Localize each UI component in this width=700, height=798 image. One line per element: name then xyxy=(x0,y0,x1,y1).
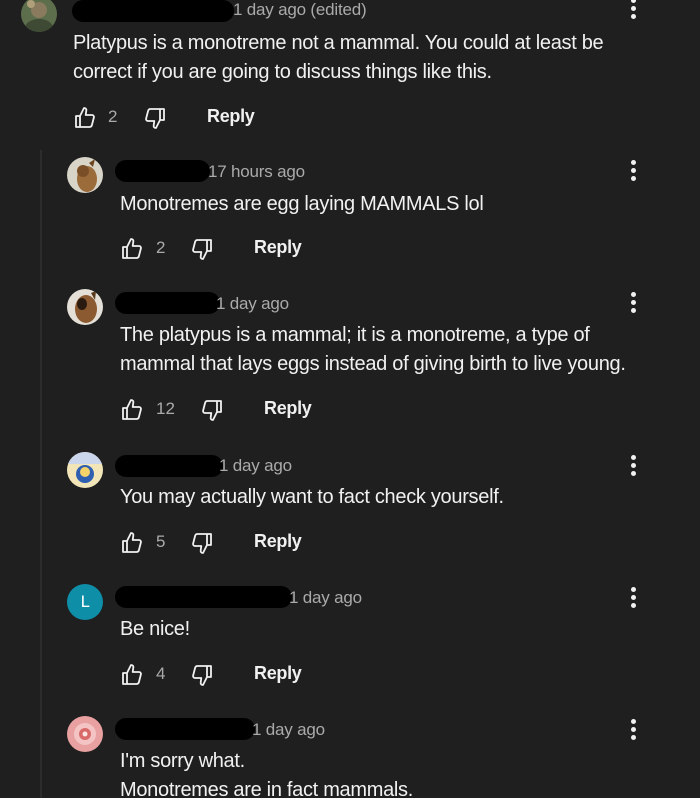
avatar[interactable] xyxy=(67,716,103,752)
timestamp[interactable]: 1 day ago xyxy=(289,588,362,608)
avatar-image-icon xyxy=(67,289,103,325)
avatar-image-icon xyxy=(67,452,103,488)
timestamp[interactable]: 1 day ago (edited) xyxy=(233,0,367,20)
redacted-username xyxy=(115,718,255,740)
thumbs-up-icon[interactable] xyxy=(120,398,144,422)
comment-text: Platypus is a monotreme not a mammal. Yo… xyxy=(73,32,604,83)
comment-text: I'm sorry what. Monotremes are in fact m… xyxy=(120,750,414,798)
avatar-letter[interactable]: L xyxy=(67,584,103,620)
like-count: 2 xyxy=(156,238,166,257)
reply-button[interactable]: Reply xyxy=(207,106,255,127)
thumbs-up-icon[interactable] xyxy=(120,663,144,687)
avatar-image-icon xyxy=(67,716,103,752)
redacted-username xyxy=(115,160,210,182)
comment-actions: 12 Reply xyxy=(120,398,420,422)
avatar[interactable] xyxy=(67,452,103,488)
comment-menu-icon[interactable] xyxy=(628,717,638,745)
avatar[interactable] xyxy=(21,0,57,32)
reply-comment: 1 day ago I'm sorry what. Monotremes are… xyxy=(0,711,700,798)
like-count: 5 xyxy=(156,532,166,551)
thumbs-down-icon[interactable] xyxy=(190,237,214,261)
comment-text: Monotremes are egg laying MAMMALS lol xyxy=(120,193,484,215)
thumbs-up-icon[interactable] xyxy=(120,531,144,555)
comment-actions: 4 Reply xyxy=(120,663,420,687)
reply-button[interactable]: Reply xyxy=(254,663,302,684)
avatar-image-icon xyxy=(21,0,57,32)
comment-menu-icon[interactable] xyxy=(628,585,638,613)
comment-menu-icon[interactable] xyxy=(628,158,638,186)
reply-comment: 17 hours ago Monotremes are egg laying M… xyxy=(0,150,700,282)
avatar[interactable] xyxy=(67,289,103,325)
timestamp[interactable]: 1 day ago xyxy=(219,456,292,476)
comment-top-level: 1 day ago (edited) Platypus is a monotre… xyxy=(0,0,700,150)
thumbs-down-icon[interactable] xyxy=(143,106,167,130)
thumbs-down-icon[interactable] xyxy=(190,663,214,687)
timestamp[interactable]: 17 hours ago xyxy=(208,162,305,182)
reply-comment: L 1 day ago Be nice! 4 Reply xyxy=(0,579,700,711)
comment-actions: 5 Reply xyxy=(120,531,420,555)
like-count: 2 xyxy=(108,107,118,126)
comment-menu-icon[interactable] xyxy=(628,453,638,481)
reply-comment: 1 day ago You may actually want to fact … xyxy=(0,447,700,579)
thumbs-up-icon[interactable] xyxy=(73,106,97,130)
reply-button[interactable]: Reply xyxy=(264,398,312,419)
comment-actions: 2 Reply xyxy=(120,237,420,261)
comment-text: The platypus is a mammal; it is a monotr… xyxy=(120,324,626,375)
comment-text: Be nice! xyxy=(120,618,190,640)
comment-menu-icon[interactable] xyxy=(628,0,638,24)
comment-actions: 2 Reply xyxy=(73,106,373,130)
redacted-username xyxy=(115,292,220,314)
redacted-username xyxy=(115,586,292,608)
timestamp[interactable]: 1 day ago xyxy=(252,720,325,740)
reply-button[interactable]: Reply xyxy=(254,531,302,552)
like-count: 4 xyxy=(156,664,166,683)
comment-menu-icon[interactable] xyxy=(628,290,638,318)
comment-text: You may actually want to fact check your… xyxy=(120,486,504,508)
reply-button[interactable]: Reply xyxy=(254,237,302,258)
redacted-username xyxy=(72,0,234,22)
like-count: 12 xyxy=(156,399,175,418)
thumbs-down-icon[interactable] xyxy=(200,398,224,422)
timestamp[interactable]: 1 day ago xyxy=(216,294,289,314)
reply-comment: 1 day ago The platypus is a mammal; it i… xyxy=(0,282,700,447)
redacted-username xyxy=(115,455,223,477)
avatar[interactable] xyxy=(67,157,103,193)
thumbs-down-icon[interactable] xyxy=(190,531,214,555)
thumbs-up-icon[interactable] xyxy=(120,237,144,261)
avatar-image-icon xyxy=(67,157,103,193)
